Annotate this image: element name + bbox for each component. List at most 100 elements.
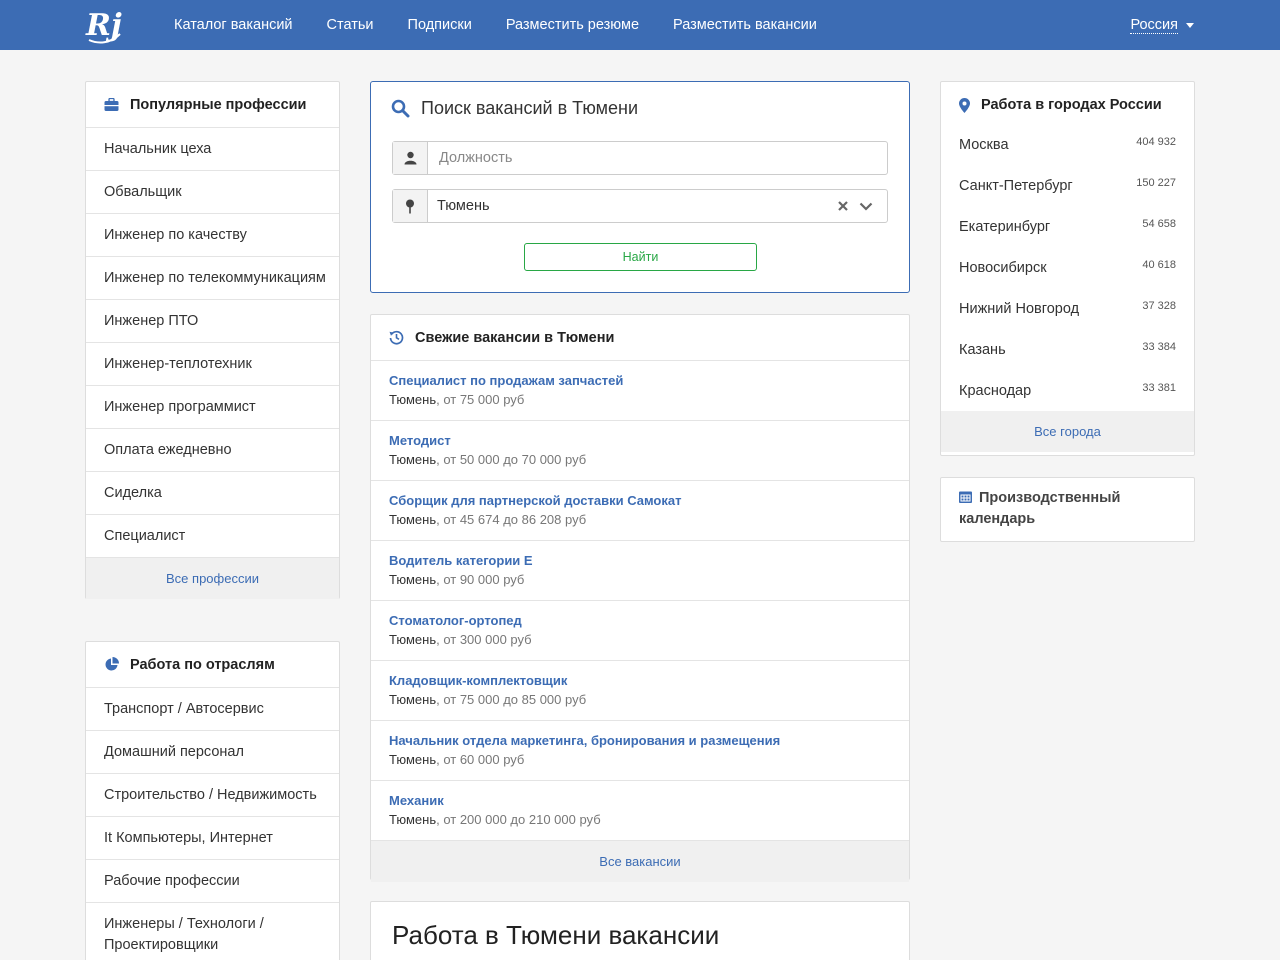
city-item[interactable]: Нижний Новгород 37 328 xyxy=(941,288,1194,329)
cities-card: Работа в городах России Москва 404 932 Са… xyxy=(940,81,1195,456)
history-icon xyxy=(389,330,404,345)
industry-item[interactable]: Рабочие профессии xyxy=(86,860,339,903)
city-count: 150 227 xyxy=(1136,177,1176,189)
main-nav: Каталог вакансий Статьи Подписки Размест… xyxy=(174,0,851,50)
profession-item[interactable]: Инженер-теплотехник xyxy=(86,343,339,386)
search-icon xyxy=(391,99,410,118)
card-title: Работа в городах России xyxy=(981,97,1162,113)
city-item[interactable]: Санкт-Петербург 150 227 xyxy=(941,165,1194,206)
chevron-down-icon[interactable] xyxy=(859,202,873,211)
city-count: 37 328 xyxy=(1142,300,1176,312)
vacancy-item[interactable]: Специалист по продажам запчастей Тюмень,… xyxy=(371,361,909,421)
city-count: 33 381 xyxy=(1142,382,1176,394)
caret-down-icon xyxy=(1186,22,1194,28)
vacancy-title-link[interactable]: Методист xyxy=(389,432,891,449)
search-title: Поиск вакансий в Тюмени xyxy=(391,98,638,119)
vacancy-city: Тюмень xyxy=(389,632,437,647)
industry-item[interactable]: Транспорт / Автосервис xyxy=(86,688,339,731)
vacancy-city: Тюмень xyxy=(389,752,437,767)
profession-item[interactable]: Сиделка xyxy=(86,472,339,515)
vacancy-title-link[interactable]: Стоматолог-ортопед xyxy=(389,612,891,629)
profession-item[interactable]: Инженер программист xyxy=(86,386,339,429)
nav-link-post-vacancy[interactable]: Разместить вакансии xyxy=(673,17,817,33)
position-input[interactable] xyxy=(428,142,887,174)
profession-item[interactable]: Начальник цеха xyxy=(86,128,339,171)
city-item[interactable]: Казань 33 384 xyxy=(941,329,1194,370)
card-header: Работа по отраслям xyxy=(86,642,339,688)
profession-item[interactable]: Инженер ПТО xyxy=(86,300,339,343)
vacancy-salary: , от 60 000 руб xyxy=(436,752,525,767)
profession-item[interactable]: Специалист xyxy=(86,515,339,558)
card-header: Свежие вакансии в Тюмени xyxy=(371,315,909,361)
production-calendar-card[interactable]: Производственный календарь xyxy=(940,477,1195,542)
nav-link-post-resume[interactable]: Разместить резюме xyxy=(506,17,639,33)
profession-item[interactable]: Обвальщик xyxy=(86,171,339,214)
vacancy-meta: Тюмень, от 90 000 руб xyxy=(389,570,891,589)
city-name: Краснодар xyxy=(959,382,1032,399)
vacancy-salary: , от 50 000 до 70 000 руб xyxy=(436,452,587,467)
vacancy-item[interactable]: Кладовщик-комплектовщик Тюмень, от 75 00… xyxy=(371,661,909,721)
page-title: Работа в Тюмени вакансии xyxy=(392,920,720,950)
profession-item[interactable]: Инженер по телекоммуникациям xyxy=(86,257,339,300)
vacancy-salary: , от 75 000 до 85 000 руб xyxy=(436,692,587,707)
city-count: 404 932 xyxy=(1136,136,1176,148)
map-marker-icon xyxy=(959,97,970,113)
industry-item[interactable]: Инженеры / Технологи / Проектировщики xyxy=(86,903,339,960)
city-select[interactable]: Тюмень xyxy=(392,189,888,223)
profession-item[interactable]: Оплата ежедневно xyxy=(86,429,339,472)
vacancy-meta: Тюмень, от 60 000 руб xyxy=(389,750,891,769)
clear-icon[interactable] xyxy=(837,200,849,212)
vacancy-title-link[interactable]: Сборщик для партнерской доставки Самокат xyxy=(389,492,891,509)
city-name: Санкт-Петербург xyxy=(959,177,1073,194)
all-cities-link[interactable]: Все города xyxy=(941,411,1194,452)
card-title: Работа по отраслям xyxy=(130,656,275,673)
city-select-value: Тюмень xyxy=(437,198,490,214)
map-pin-icon xyxy=(393,190,428,222)
all-professions-link[interactable]: Все профессии xyxy=(86,558,339,599)
nav-link-catalog[interactable]: Каталог вакансий xyxy=(174,17,293,33)
vacancy-item[interactable]: Сборщик для партнерской доставки Самокат… xyxy=(371,481,909,541)
industry-item[interactable]: It Компьютеры, Интернет xyxy=(86,817,339,860)
city-item[interactable]: Екатеринбург 54 658 xyxy=(941,206,1194,247)
vacancy-item[interactable]: Механик Тюмень, от 200 000 до 210 000 ру… xyxy=(371,781,909,841)
all-vacancies-link[interactable]: Все вакансии xyxy=(371,841,909,882)
city-count: 33 384 xyxy=(1142,341,1176,353)
vacancy-meta: Тюмень, от 300 000 руб xyxy=(389,630,891,649)
vacancy-item[interactable]: Методист Тюмень, от 50 000 до 70 000 руб xyxy=(371,421,909,481)
card-header: Работа в городах России xyxy=(941,82,1194,124)
card-header: Популярные профессии xyxy=(86,82,339,128)
site-logo[interactable]: Rj xyxy=(84,4,126,46)
city-item[interactable]: Краснодар 33 381 xyxy=(941,370,1194,411)
find-button[interactable]: Найти xyxy=(524,243,757,271)
city-name: Новосибирск xyxy=(959,259,1047,276)
vacancy-title-link[interactable]: Кладовщик-комплектовщик xyxy=(389,672,891,689)
popular-professions-card: Популярные профессии Начальник цеха Обва… xyxy=(85,81,340,599)
vacancy-title-link[interactable]: Водитель категории Е xyxy=(389,552,891,569)
city-name: Москва xyxy=(959,136,1009,153)
city-item[interactable]: Москва 404 932 xyxy=(941,124,1194,165)
vacancy-meta: Тюмень, от 200 000 до 210 000 руб xyxy=(389,810,891,829)
industry-item[interactable]: Домашний персонал xyxy=(86,731,339,774)
pie-chart-icon xyxy=(105,657,119,671)
vacancy-city: Тюмень xyxy=(389,572,437,587)
profession-item[interactable]: Инженер по качеству xyxy=(86,214,339,257)
vacancy-title-link[interactable]: Механик xyxy=(389,792,891,809)
vacancy-item[interactable]: Водитель категории Е Тюмень, от 90 000 р… xyxy=(371,541,909,601)
vacancy-title-link[interactable]: Специалист по продажам запчастей xyxy=(389,372,891,389)
vacancy-salary: , от 45 674 до 86 208 руб xyxy=(436,512,587,527)
vacancy-item[interactable]: Стоматолог-ортопед Тюмень, от 300 000 ру… xyxy=(371,601,909,661)
card-title: Популярные профессии xyxy=(130,96,307,113)
vacancy-item[interactable]: Начальник отдела маркетинга, бронировани… xyxy=(371,721,909,781)
region-dropdown[interactable]: Россия xyxy=(1130,0,1194,50)
industries-card: Работа по отраслям Транспорт / Автосерви… xyxy=(85,641,340,960)
region-label: Россия xyxy=(1130,16,1178,34)
nav-link-subscriptions[interactable]: Подписки xyxy=(408,17,472,33)
nav-link-articles[interactable]: Статьи xyxy=(327,17,374,33)
calendar-title-wrap: Производственный календарь xyxy=(959,488,1159,530)
vacancy-salary: , от 90 000 руб xyxy=(436,572,525,587)
vacancy-title-link[interactable]: Начальник отдела маркетинга, бронировани… xyxy=(389,732,891,749)
city-item[interactable]: Новосибирск 40 618 xyxy=(941,247,1194,288)
briefcase-icon xyxy=(104,97,119,111)
vacancy-meta: Тюмень, от 75 000 руб xyxy=(389,390,891,409)
industry-item[interactable]: Строительство / Недвижимость xyxy=(86,774,339,817)
